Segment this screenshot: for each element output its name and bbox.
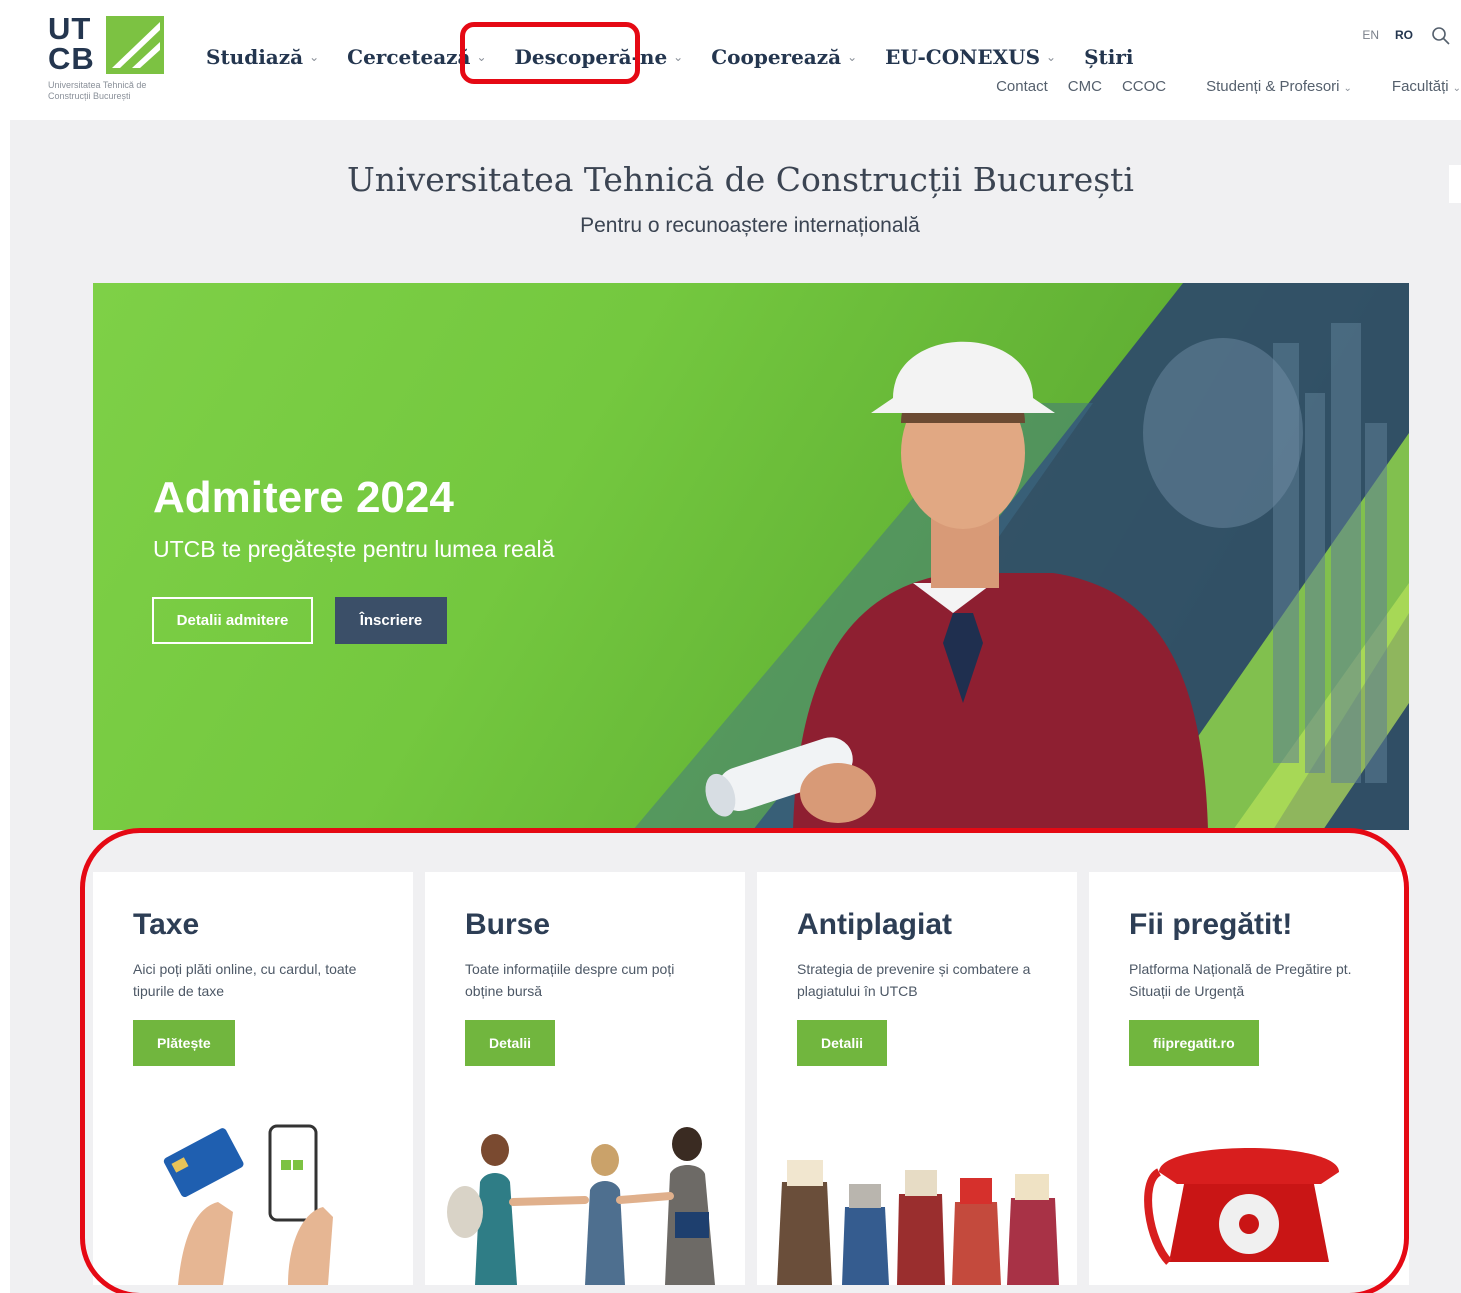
- card-description: Toate informațiile despre cum poți obțin…: [465, 961, 675, 999]
- logo-text-cb: CB: [48, 41, 95, 76]
- banner-subtitle: UTCB te pregătește pentru lumea reală: [153, 536, 555, 562]
- scholarship-details-button[interactable]: Detalii: [465, 1020, 556, 1066]
- card-burse: Burse Toate informațiile despre cum poți…: [425, 872, 745, 1285]
- students-reading-illustration: [777, 1160, 1059, 1285]
- chevron-down-icon: ⌄: [847, 50, 858, 64]
- payment-card-phone-illustration: [163, 1124, 333, 1285]
- chevron-down-icon: ⌄: [1046, 50, 1057, 64]
- nav-label: Știri: [1084, 45, 1134, 69]
- admission-details-button[interactable]: Detalii admitere: [152, 597, 313, 644]
- nav-highlight-annotation: [460, 22, 640, 84]
- subnav-label: Facultăți: [1391, 78, 1449, 95]
- card-title: Taxe: [133, 908, 200, 941]
- card-taxe: Taxe Aici poți plăti online, cu cardul, …: [93, 872, 413, 1285]
- lang-en-link[interactable]: EN: [1362, 28, 1379, 42]
- nav-item-stiri[interactable]: Știri: [1084, 42, 1133, 72]
- subnav-ccoc[interactable]: CCOC: [1122, 78, 1166, 95]
- subnav-cmc[interactable]: CMC: [1068, 78, 1102, 95]
- antiplagiarism-details-button[interactable]: Detalii: [797, 1020, 888, 1066]
- subnav-faculties[interactable]: Facultăți ⌄: [1372, 78, 1461, 95]
- card-fii-pregatit: Fii pregătit! Platforma Națională de Pre…: [1089, 872, 1409, 1285]
- students-group-illustration: [447, 1127, 715, 1285]
- card-antiplagiat: Antiplagiat Strategia de prevenire și co…: [757, 872, 1077, 1285]
- register-button[interactable]: Înscriere: [335, 597, 447, 644]
- logo-subtitle: Universitatea Tehnică de Construcții Buc…: [48, 80, 147, 101]
- nav-label: Cooperează: [711, 45, 842, 69]
- utcb-logo[interactable]: UT CB Universitatea Tehnică de Construcț…: [48, 11, 178, 106]
- nav-item-eu-conexus[interactable]: EU-CONEXUS ⌄: [885, 42, 1056, 72]
- card-title: Fii pregătit!: [1129, 908, 1293, 941]
- chevron-down-icon: ⌄: [1452, 83, 1461, 94]
- chevron-down-icon: ⌄: [309, 50, 320, 64]
- nav-item-coopereaza[interactable]: Cooperează ⌄: [711, 42, 857, 72]
- subnav-label: Studenți & Profesori: [1206, 78, 1340, 95]
- pay-button[interactable]: Plătește: [133, 1020, 235, 1066]
- page-subtitle: Pentru o recunoaștere internațională: [580, 214, 920, 237]
- card-title: Antiplagiat: [797, 908, 952, 941]
- nav-label: Studiază: [206, 45, 304, 69]
- nav-label: EU-CONEXUS: [885, 45, 1041, 69]
- main-nav: Studiază ⌄ Cercetează ⌄ Descoperă-ne ⌄ Coop…: [206, 40, 1162, 74]
- card-description: Aici poți plăti online, cu cardul, toate…: [133, 961, 357, 999]
- chevron-down-icon: ⌄: [1343, 83, 1352, 94]
- subnav-contact[interactable]: Contact: [996, 78, 1048, 95]
- card-description: Platforma Națională de Pregătire pt. Sit…: [1129, 961, 1352, 999]
- nav-label: Cercetează: [347, 45, 471, 69]
- page-title: Universitatea Tehnică de Construcții Buc…: [346, 160, 1134, 199]
- banner-title: Admitere 2024: [153, 473, 454, 522]
- admission-banner[interactable]: Admitere 2024 UTCB te pregătește pentru …: [93, 283, 1409, 830]
- card-title: Burse: [465, 908, 551, 941]
- logo-text-ut: UT: [48, 11, 92, 46]
- logo-mark-icon: [106, 16, 164, 74]
- fiipregatit-link-button[interactable]: fiipregatit.ro: [1129, 1020, 1259, 1066]
- search-icon[interactable]: [1431, 26, 1451, 46]
- site-header: UT CB Universitatea Tehnică de Construcț…: [10, 0, 1461, 120]
- secondary-nav: Contact CMC CCOC Studenți & Profesori ⌄ F…: [976, 78, 1461, 95]
- chevron-down-icon: ⌄: [673, 50, 684, 64]
- subnav-students-teachers[interactable]: Studenți & Profesori ⌄: [1186, 78, 1352, 95]
- red-telephone-illustration: [1144, 1148, 1339, 1265]
- lang-ro-link[interactable]: RO: [1395, 28, 1413, 42]
- language-switcher: EN RO: [1362, 28, 1413, 42]
- card-description: Strategia de prevenire și combatere a pl…: [797, 961, 1031, 999]
- nav-item-studiaza[interactable]: Studiază ⌄: [206, 42, 319, 72]
